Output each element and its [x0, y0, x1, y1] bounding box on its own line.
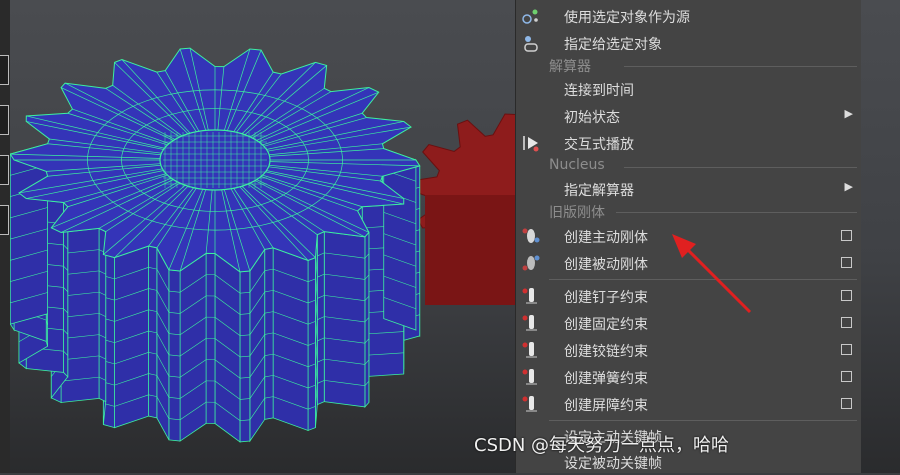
red-annotation-arrow — [0, 0, 900, 473]
watermark-text: CSDN @每天努力一点点，哈哈 — [474, 431, 729, 457]
